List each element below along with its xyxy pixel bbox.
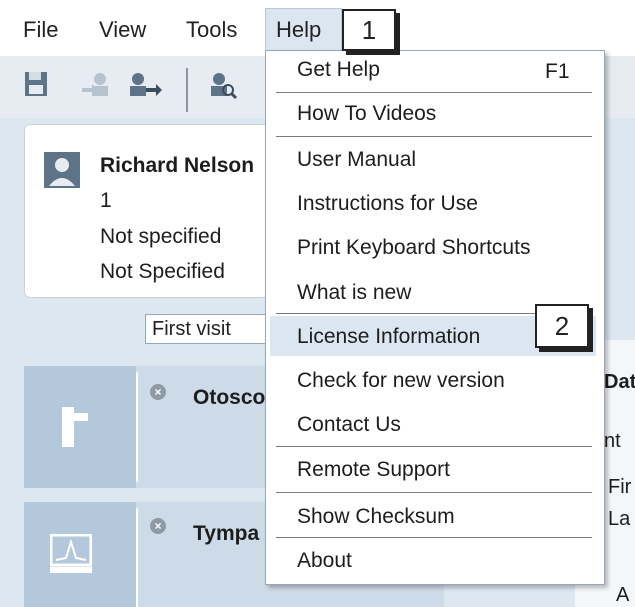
menu-item-instructions-for-use[interactable]: Instructions for Use [297, 192, 478, 216]
menu-separator [276, 492, 592, 493]
menu-separator [276, 446, 592, 447]
details-line-4: A [616, 584, 630, 606]
menu-view[interactable]: View [99, 17, 146, 43]
search-patient-icon[interactable] [208, 70, 238, 100]
menu-tools[interactable]: Tools [186, 17, 237, 43]
details-heading: Dat [604, 371, 635, 393]
menu-separator [276, 92, 592, 93]
tympanometry-close-icon[interactable]: × [150, 518, 166, 534]
menu-item-print-keyboard-shortcuts[interactable]: Print Keyboard Shortcuts [297, 236, 530, 260]
menu-item-user-manual[interactable]: User Manual [297, 148, 416, 172]
patient-field-1: Not specified [100, 225, 222, 248]
callout-1: 1 [342, 9, 396, 51]
patient-name: Richard Nelson [100, 154, 255, 177]
menu-separator [276, 136, 592, 137]
tympanometry-icon [50, 534, 92, 573]
menu-item-remote-support[interactable]: Remote Support [297, 458, 450, 482]
patient-avatar-icon [44, 152, 80, 188]
menu-separator [276, 537, 592, 538]
menu-item-get-help[interactable]: Get Help [297, 58, 380, 82]
otoscopy-close-icon[interactable]: × [150, 384, 166, 400]
details-line-1: nt [604, 430, 621, 452]
tympanometry-title: Tympa [193, 522, 260, 545]
module-divider [136, 372, 138, 482]
details-line-2: Fir [608, 476, 632, 498]
otoscopy-title: Otosco [193, 386, 266, 409]
menu-item-show-checksum[interactable]: Show Checksum [297, 505, 455, 529]
get-help-shortcut: F1 [545, 60, 570, 83]
export-patient-icon[interactable] [126, 70, 166, 100]
details-line-3: La [608, 508, 631, 530]
menu-item-check-for-new-version[interactable]: Check for new version [297, 369, 505, 393]
menu-item-license-information[interactable]: License Information [297, 325, 480, 349]
callout-2: 2 [535, 304, 589, 348]
module-divider [136, 508, 138, 607]
menu-item-what-is-new[interactable]: What is new [297, 281, 411, 305]
menu-item-how-to-videos[interactable]: How To Videos [297, 102, 436, 126]
import-patient-icon[interactable] [80, 70, 114, 100]
otoscope-icon [62, 407, 88, 447]
menu-item-about[interactable]: About [297, 549, 352, 573]
menu-item-contact-us[interactable]: Contact Us [297, 413, 401, 437]
patient-field-2: Not Specified [100, 260, 225, 283]
save-icon[interactable] [24, 70, 50, 100]
toolbar-separator [186, 68, 188, 112]
menu-help[interactable]: Help [276, 17, 321, 43]
menu-file[interactable]: File [23, 17, 58, 43]
patient-id: 1 [100, 189, 112, 212]
